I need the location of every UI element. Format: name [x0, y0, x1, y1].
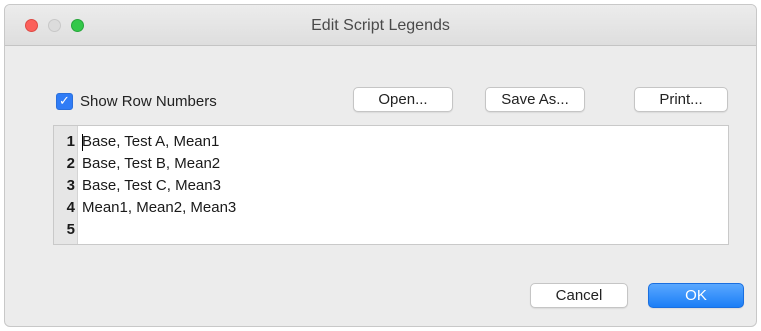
- window-title: Edit Script Legends: [311, 17, 450, 34]
- line-number: 1: [66, 132, 75, 150]
- editor-line[interactable]: 4 Mean1, Mean2, Mean3: [54, 196, 728, 218]
- edit-script-legends-dialog: Edit Script Legends ✓ Show Row Numbers O…: [4, 4, 757, 327]
- show-row-numbers-option[interactable]: ✓ Show Row Numbers: [56, 91, 217, 111]
- line-text[interactable]: Base, Test C, Mean3: [78, 177, 221, 194]
- legend-script-editor[interactable]: 1 Base, Test A, Mean1 2 Base, Test B, Me…: [53, 125, 729, 245]
- line-number: 4: [66, 198, 75, 216]
- line-text[interactable]: Mean1, Mean2, Mean3: [78, 199, 236, 216]
- line-text[interactable]: Base, Test B, Mean2: [78, 155, 220, 172]
- line-number: 3: [66, 176, 75, 194]
- cancel-button[interactable]: Cancel: [530, 283, 628, 308]
- ok-button[interactable]: OK: [648, 283, 744, 308]
- line-text[interactable]: Base, Test A, Mean1: [78, 133, 219, 150]
- save-as-button[interactable]: Save As...: [485, 87, 585, 112]
- print-button[interactable]: Print...: [634, 87, 728, 112]
- show-row-numbers-checkbox[interactable]: ✓: [56, 92, 73, 110]
- editor-line[interactable]: 3 Base, Test C, Mean3: [54, 174, 728, 196]
- title-bar[interactable]: Edit Script Legends: [5, 5, 756, 46]
- line-number: 5: [66, 220, 75, 238]
- editor-line[interactable]: 2 Base, Test B, Mean2: [54, 152, 728, 174]
- text-caret: [82, 134, 83, 151]
- checkmark-icon: ✓: [59, 93, 70, 109]
- editor-line[interactable]: 1 Base, Test A, Mean1: [54, 130, 728, 152]
- open-button[interactable]: Open...: [353, 87, 453, 112]
- show-row-numbers-label[interactable]: Show Row Numbers: [80, 93, 217, 110]
- editor-line[interactable]: 5: [54, 218, 728, 240]
- line-number: 2: [66, 154, 75, 172]
